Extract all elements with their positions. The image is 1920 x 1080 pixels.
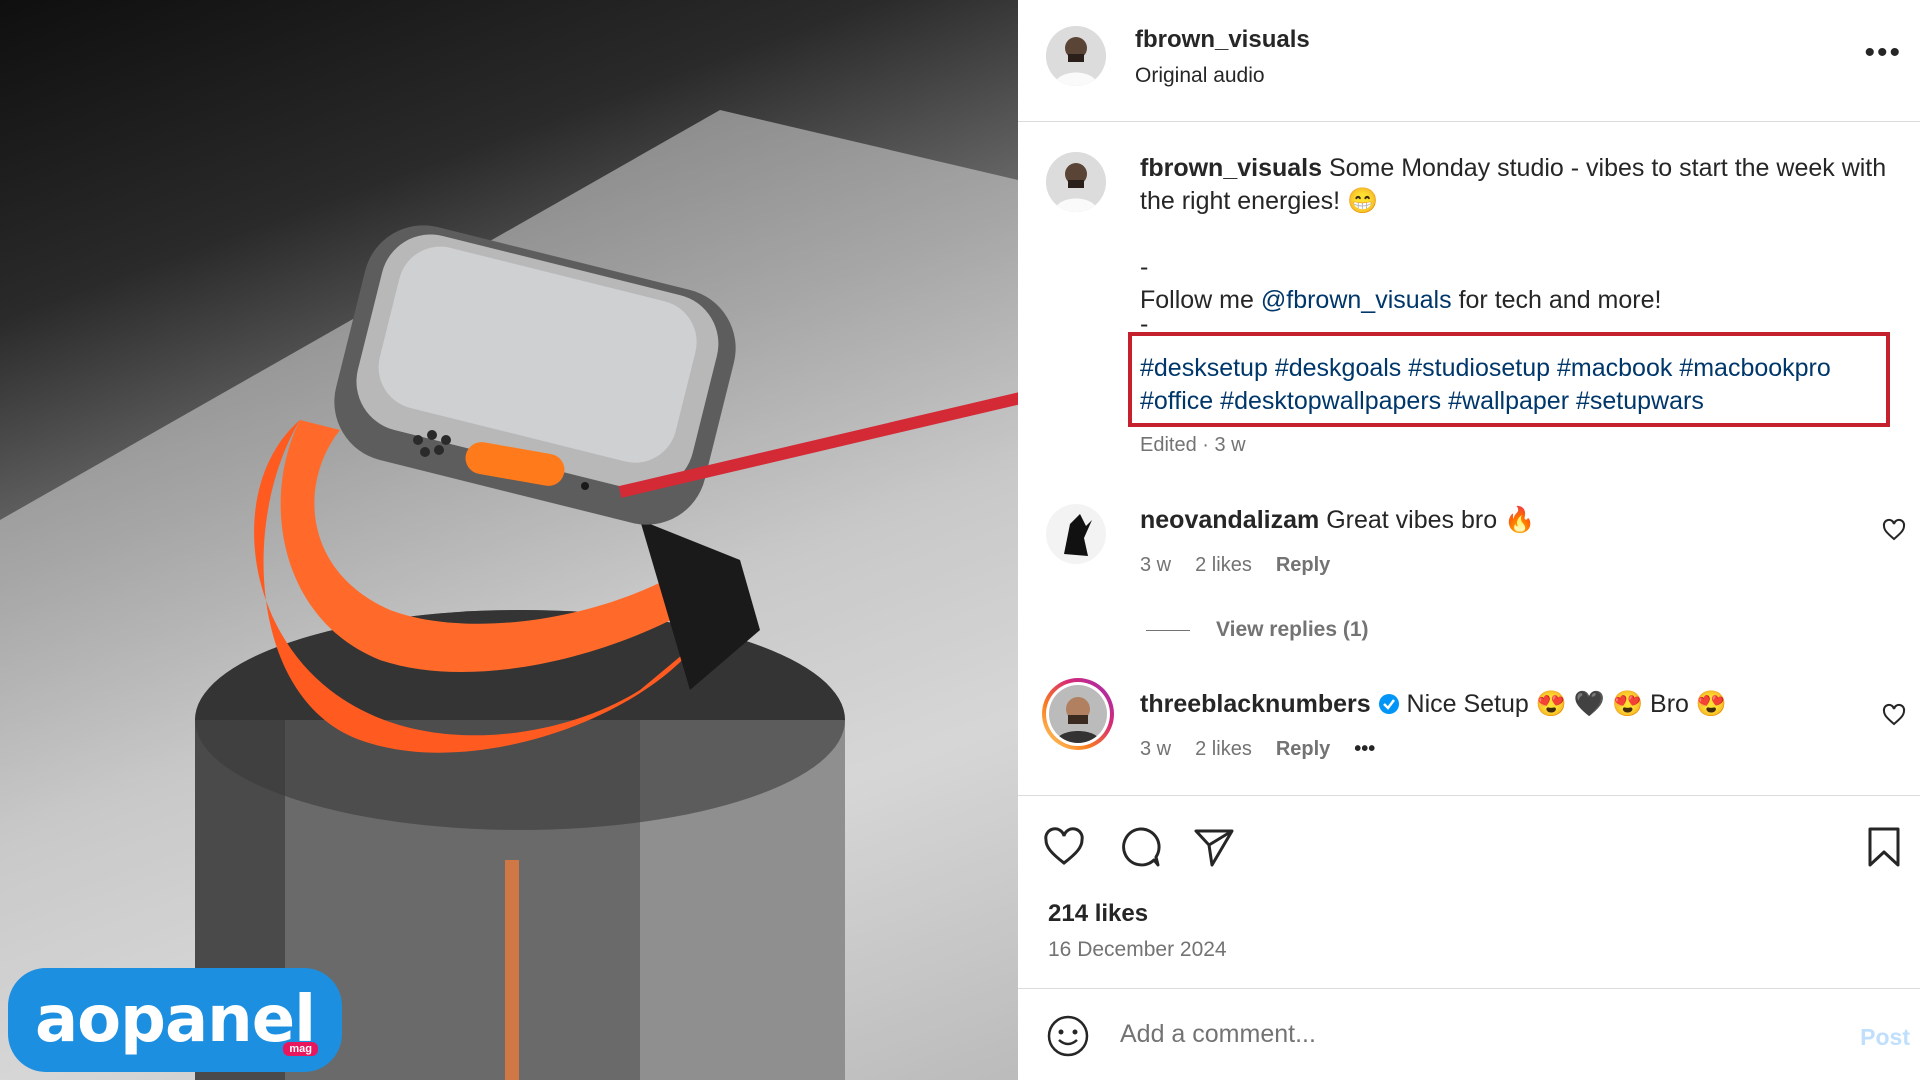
comment-time: 3 w (1140, 554, 1172, 576)
comment-avatar[interactable] (1046, 504, 1106, 564)
comment-meta: 3 w 2 likes Reply (1140, 554, 1330, 577)
likes-count[interactable]: 214 likes (1048, 900, 1148, 928)
hashtags: #desksetup #deskgoals #studiosetup #macb… (1140, 352, 1892, 418)
share-send-icon[interactable] (1192, 825, 1236, 869)
post-photo: aopanel mag (0, 0, 1018, 1080)
comment-avatar-story-ring[interactable] (1042, 678, 1114, 750)
comment-meta: 3 w 2 likes Reply ••• (1140, 738, 1375, 761)
caption-meta: Edited · 3 w (1140, 434, 1246, 456)
caption-username[interactable]: fbrown_visuals (1140, 154, 1322, 182)
reply-button[interactable]: Reply (1276, 738, 1330, 761)
hashtag-link[interactable]: #macbook (1557, 354, 1672, 382)
comment-like-heart-icon[interactable] (1882, 518, 1906, 542)
caption-dash-2: - (1140, 310, 1149, 338)
reply-button[interactable]: Reply (1276, 554, 1330, 577)
comment-emoji: 😍 (1695, 690, 1728, 718)
caption-emoji: 😁 (1347, 187, 1379, 215)
hashtag-link[interactable]: #desksetup (1140, 354, 1268, 382)
replies-divider-line (1146, 629, 1190, 631)
watch-photo-illustration (0, 110, 1018, 1080)
like-heart-icon[interactable] (1042, 825, 1086, 869)
more-options-icon[interactable]: ••• (1864, 38, 1902, 68)
comment-username[interactable]: threeblacknumbers (1140, 690, 1371, 718)
post-date: 16 December 2024 (1048, 938, 1227, 961)
hashtag-link[interactable]: #setupwars (1576, 387, 1704, 415)
comment-time: 3 w (1140, 738, 1172, 760)
logo-text: aopanel (34, 983, 316, 1057)
post-comment-button[interactable]: Post (1860, 1024, 1910, 1051)
logo-sub-badge: mag (283, 1042, 318, 1056)
post-side-panel: fbrown_visuals Original audio ••• fbrown… (1018, 0, 1920, 1080)
audio-link[interactable]: Original audio (1135, 64, 1265, 88)
hashtag-link[interactable]: #wallpaper (1448, 387, 1569, 415)
comment-emojis: 😍 🖤 😍 (1535, 690, 1644, 718)
hashtag-link[interactable]: #macbookpro (1679, 354, 1830, 382)
comment-like-heart-icon[interactable] (1882, 703, 1906, 727)
add-comment-input[interactable] (1120, 1020, 1760, 1049)
comment-text-2: Bro (1650, 690, 1689, 718)
hashtag-link[interactable]: #desktopwallpapers (1220, 387, 1441, 415)
post-header: fbrown_visuals Original audio ••• (1018, 0, 1920, 122)
follow-suffix: for tech and more! (1458, 286, 1662, 314)
comment-likes[interactable]: 2 likes (1195, 738, 1252, 761)
aopanel-logo: aopanel mag (8, 968, 342, 1072)
caption-dash: - (1140, 253, 1149, 281)
mention-link[interactable]: @fbrown_visuals (1261, 286, 1452, 314)
comment-bubble-icon[interactable] (1118, 825, 1162, 869)
post-caption: fbrown_visuals Some Monday studio - vibe… (1140, 152, 1900, 338)
comment-username[interactable]: neovandalizam (1140, 506, 1319, 534)
view-replies-label: View replies (1) (1216, 618, 1369, 641)
comment-text: Great vibes bro (1326, 506, 1498, 534)
author-avatar[interactable] (1046, 26, 1106, 86)
hashtag-link[interactable]: #studiosetup (1408, 354, 1550, 382)
hashtag-link[interactable]: #deskgoals (1275, 354, 1401, 382)
comment-body: neovandalizam Great vibes bro 🔥 (1140, 506, 1535, 535)
view-replies-button[interactable]: View replies (1) (1146, 618, 1369, 642)
emoji-smiley-icon[interactable] (1046, 1014, 1090, 1058)
comment-body: threeblacknumbers Nice Setup 😍 🖤 😍 Bro 😍 (1140, 690, 1727, 719)
comment-more-options-icon[interactable]: ••• (1354, 738, 1375, 761)
fire-emoji: 🔥 (1504, 506, 1536, 534)
follow-prefix: Follow me (1140, 286, 1254, 314)
verified-badge-icon (1378, 694, 1399, 714)
save-bookmark-icon[interactable] (1862, 825, 1906, 869)
author-username[interactable]: fbrown_visuals (1135, 26, 1310, 54)
comment-likes[interactable]: 2 likes (1195, 554, 1252, 577)
hashtag-link[interactable]: #office (1140, 387, 1213, 415)
comment-text: Nice Setup (1406, 690, 1529, 718)
caption-avatar[interactable] (1046, 152, 1106, 212)
